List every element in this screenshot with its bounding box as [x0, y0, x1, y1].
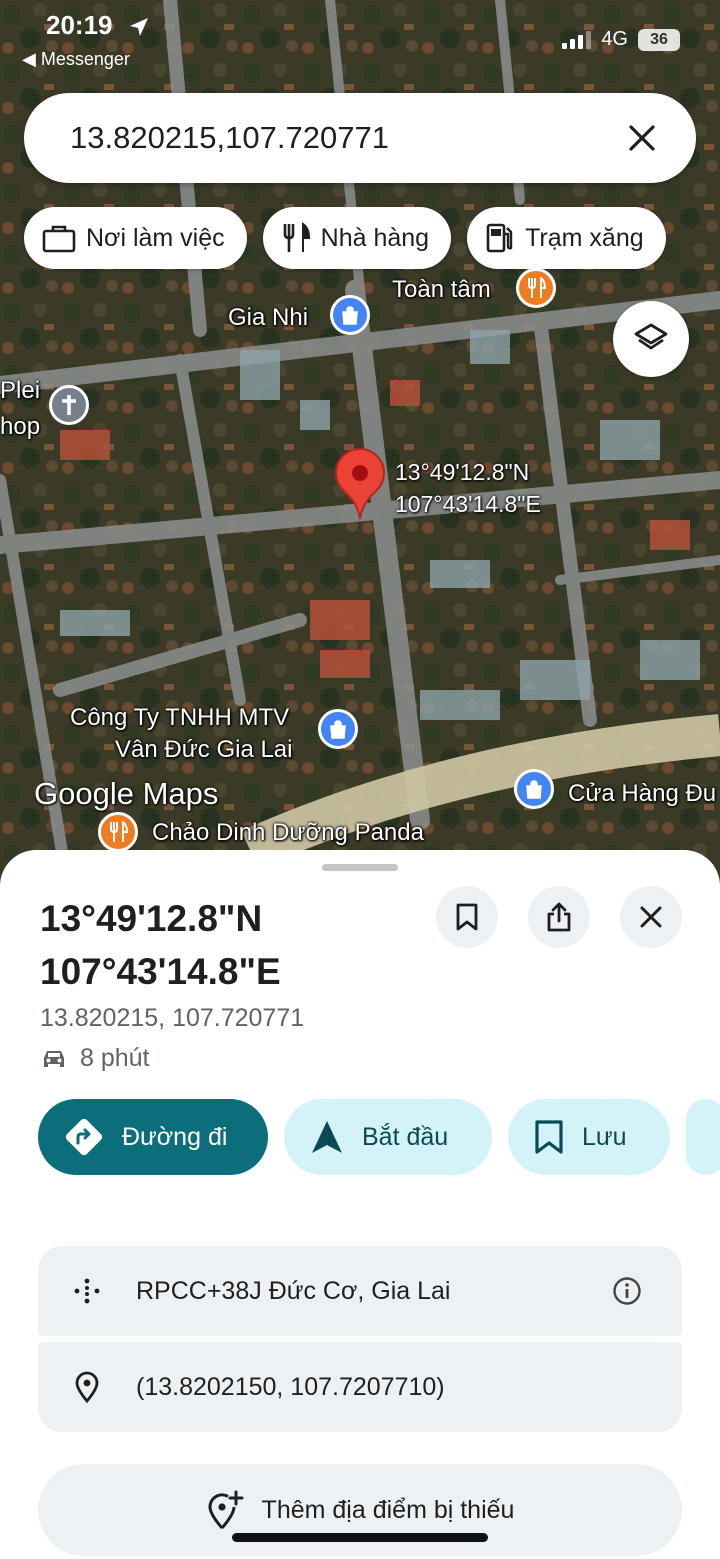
more-actions-button[interactable] [686, 1099, 720, 1175]
shop-poi-icon[interactable] [318, 709, 358, 749]
add-missing-place-button[interactable]: Thêm địa điểm bị thiếu [38, 1464, 682, 1556]
church-poi-icon[interactable] [49, 385, 89, 425]
pin-latitude: 13°49'12.8"N [395, 459, 530, 485]
map-label-toan-tam[interactable]: Toàn tâm [392, 275, 491, 305]
shop-poi-icon[interactable] [514, 769, 554, 809]
fork-knife-icon [528, 277, 546, 298]
pin-coordinate-label: 13°49'12.8"N 107°43'14.8"E [395, 456, 541, 520]
coordinates-text: (13.8202150, 107.7207710) [136, 1372, 445, 1401]
title-latitude: 13°49'12.8"N [40, 898, 263, 939]
network-type: 4G [601, 28, 628, 50]
clear-search-button[interactable] [618, 114, 666, 162]
layers-button[interactable] [613, 301, 689, 377]
save-button[interactable]: Lưu [508, 1099, 670, 1175]
chip-workplace-label: Nơi làm việc [86, 223, 225, 252]
chip-restaurants-label: Nhà hàng [320, 223, 430, 252]
decimal-coordinates: 13.820215, 107.720771 [40, 1004, 305, 1032]
plus-code-row[interactable]: RPCC+38J Đức Cơ, Gia Lai [38, 1246, 682, 1336]
car-icon [44, 1050, 64, 1067]
directions-button[interactable]: Đường đi [38, 1099, 268, 1175]
search-bar[interactable]: 13.820215,107.720771 [24, 93, 696, 183]
shopping-bag-icon [330, 720, 346, 739]
map-label-gia-nhi[interactable]: Gia Nhi [228, 303, 308, 333]
chip-gas-stations-label: Trạm xăng [525, 223, 644, 252]
directions-icon [65, 1118, 103, 1156]
share-button[interactable] [528, 886, 590, 948]
briefcase-icon [42, 225, 76, 253]
map-label-chao[interactable]: Chảo Dinh Dưỡng Panda [152, 818, 424, 848]
action-buttons: Đường đi Bắt đầu Lưu [38, 1099, 720, 1175]
share-icon [547, 902, 571, 932]
shopping-bag-icon [342, 306, 358, 325]
map-label-cong-ty[interactable]: Công Ty TNHH MTV [70, 703, 289, 733]
battery-icon: 36 [638, 28, 680, 51]
chip-restaurants[interactable]: Nhà hàng [262, 207, 452, 269]
chip-gas-stations[interactable]: Trạm xăng [467, 207, 666, 269]
shop-poi-icon[interactable] [330, 295, 370, 335]
gas-station-icon [486, 223, 513, 253]
pin-longitude: 107°43'14.8"E [395, 491, 541, 517]
drag-handle[interactable] [322, 864, 398, 871]
layers-icon [634, 323, 668, 350]
plus-code-text: RPCC+38J Đức Cơ, Gia Lai [136, 1276, 451, 1305]
drive-time: 8 phút [40, 1044, 150, 1073]
battery-level: 36 [650, 30, 668, 48]
map-label-plei-2[interactable]: hop [0, 412, 40, 442]
bookmark-icon [535, 1120, 563, 1154]
save-bookmark-button[interactable] [436, 886, 498, 948]
bookmark-icon [456, 903, 478, 931]
add-location-icon [208, 1490, 244, 1529]
map-label-cong-ty-2[interactable]: Vân Đức Gia Lai [115, 735, 292, 765]
signal-icon [562, 30, 592, 49]
start-label: Bắt đầu [362, 1122, 449, 1151]
shopping-bag-icon [526, 780, 542, 799]
chip-workplace[interactable]: Nơi làm việc [24, 207, 247, 269]
back-to-app[interactable]: ◀ Messenger [22, 49, 130, 70]
restaurant-poi-icon[interactable] [516, 268, 556, 308]
title-longitude: 107°43'14.8"E [40, 951, 281, 992]
info-icon [613, 1277, 641, 1305]
drive-time-label: 8 phút [80, 1044, 150, 1072]
back-app-label: Messenger [40, 49, 130, 69]
save-label: Lưu [582, 1122, 627, 1151]
category-chips: Nơi làm việc Nhà hàng Trạm xăng [24, 207, 666, 269]
cross-icon [62, 395, 76, 415]
plus-code-icon [74, 1278, 100, 1304]
map-view[interactable]: 20:19 ◀ Messenger 4G 36 13.820215,107.72… [0, 0, 720, 900]
map-label-plei[interactable]: Plei [0, 376, 40, 406]
place-details-sheet[interactable]: 13°49'12.8"N 107°43'14.8"E 13.820215, 10… [0, 850, 720, 1559]
status-time: 20:19 [46, 10, 113, 40]
map-label-cua-hang[interactable]: Cửa Hàng Đu [568, 779, 716, 809]
search-input[interactable]: 13.820215,107.720771 [70, 120, 618, 156]
location-arrow-icon [130, 18, 148, 36]
close-icon [629, 125, 655, 151]
status-indicators: 4G 36 [562, 28, 680, 51]
plus-code-info-button[interactable] [602, 1266, 652, 1316]
location-pin-icon[interactable] [334, 447, 386, 521]
restaurant-poi-icon[interactable] [98, 812, 138, 852]
start-navigation-button[interactable]: Bắt đầu [284, 1099, 492, 1175]
location-pin-outline-icon [75, 1371, 99, 1403]
close-sheet-button[interactable] [620, 886, 682, 948]
navigation-arrow-icon [312, 1121, 342, 1153]
coordinates-row[interactable]: (13.8202150, 107.7207710) [38, 1342, 682, 1432]
directions-label: Đường đi [122, 1122, 228, 1151]
fork-knife-icon [110, 821, 128, 842]
fork-knife-icon [283, 222, 310, 252]
close-icon [640, 906, 662, 928]
place-title: 13°49'12.8"N 107°43'14.8"E [40, 892, 281, 998]
home-indicator[interactable] [232, 1533, 488, 1542]
add-place-label: Thêm địa điểm bị thiếu [261, 1495, 515, 1524]
google-maps-watermark: Google Maps [34, 776, 219, 811]
